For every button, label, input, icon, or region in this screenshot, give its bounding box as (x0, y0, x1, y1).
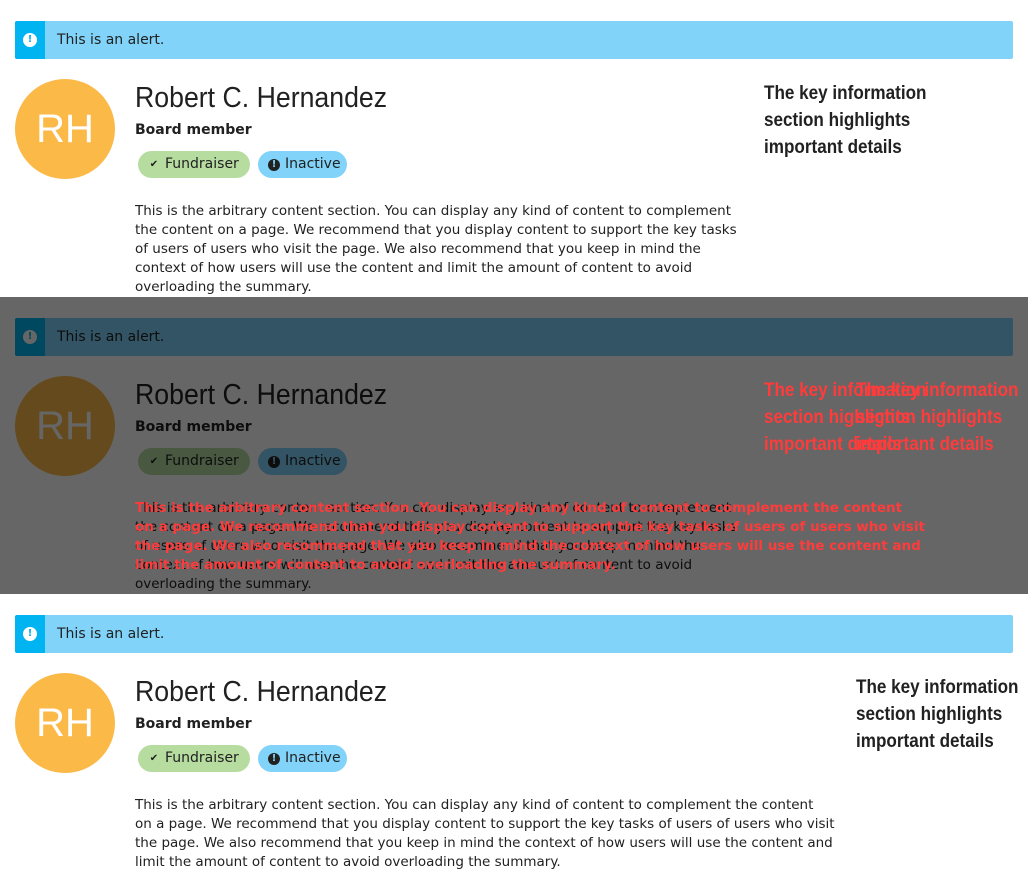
tag-fundraiser: ✔ Fundraiser (138, 745, 250, 772)
content-line: This is the arbitrary content section. Y… (135, 500, 903, 516)
key-info-line: section highlights (856, 407, 1003, 428)
exclamation-circle-icon: ! (268, 753, 280, 765)
content-line: This is the arbitrary content section. Y… (135, 203, 731, 219)
content-line: on a page. We recommend that you display… (135, 519, 925, 535)
tag-fundraiser: ✔ Fundraiser (138, 151, 250, 178)
person-role: Board member (135, 122, 252, 138)
content-section: This is the arbitrary content section. Y… (135, 796, 835, 872)
alert-icon-bar: ! (15, 21, 45, 59)
key-info-line: section highlights (856, 704, 1003, 725)
key-info-line: The key information (856, 677, 1019, 698)
record-summary-panel-transition: ! This is an alert. RH Robert C. Hernand… (0, 297, 1028, 594)
tag-label: Fundraiser (165, 156, 239, 172)
content-line: limit the amount of content to avoid ove… (135, 557, 616, 573)
content-line: limit the amount of content to avoid ove… (135, 854, 561, 870)
content-section: This is the arbitrary content section. Y… (135, 202, 737, 297)
alert-banner: ! This is an alert. (15, 21, 1013, 59)
content-line: on a page. We recommend that you display… (135, 816, 835, 832)
check-icon: ✔ (149, 159, 159, 170)
tag-inactive: ! Inactive (258, 745, 347, 772)
key-info-section: The key information section highlights i… (856, 674, 1018, 755)
content-line: context of how users will use the conten… (135, 260, 693, 276)
person-name: Robert C. Hernandez (135, 676, 388, 708)
tag-inactive: ! Inactive (258, 151, 347, 178)
person-name: Robert C. Hernandez (135, 82, 388, 114)
content-line: the page. We also recommend that you kee… (135, 835, 833, 851)
key-info-section: The key information section highlights i… (764, 80, 926, 161)
content-line: the page. We also recommend that you kee… (135, 538, 921, 554)
key-info-line: important details (764, 137, 902, 158)
exclamation-circle-icon: ! (268, 159, 280, 171)
person-role: Board member (135, 716, 252, 732)
key-info-line: The key information (764, 83, 927, 104)
content-line: of users of users who visit the page. We… (135, 241, 701, 257)
alert-text: This is an alert. (57, 32, 165, 48)
exclamation-circle-icon: ! (23, 627, 37, 641)
record-summary-panel-top: ! This is an alert. RH Robert C. Hernand… (0, 0, 1028, 297)
alert-text: This is an alert. (57, 626, 165, 642)
check-icon: ✔ (149, 753, 159, 764)
tag-label: Fundraiser (165, 750, 239, 766)
content-line: overloading the summary. (135, 279, 312, 295)
tag-label: Inactive (285, 156, 341, 172)
content-line: This is the arbitrary content section. Y… (135, 797, 814, 813)
key-info-line: important details (856, 434, 994, 455)
key-info-section-ghost: The key information section highlights i… (856, 377, 1018, 458)
key-info-line: The key information (856, 380, 1019, 401)
alert-icon-bar: ! (15, 615, 45, 653)
content-line: the content on a page. We recommend that… (135, 222, 737, 238)
exclamation-circle-icon: ! (23, 33, 37, 47)
alert-banner: ! This is an alert. (15, 615, 1013, 653)
tag-label: Inactive (285, 750, 341, 766)
record-summary-panel-bottom: ! This is an alert. RH Robert C. Hernand… (0, 594, 1028, 891)
key-info-line: important details (856, 731, 994, 752)
content-section-ghost: This is the arbitrary content section. Y… (135, 499, 925, 575)
avatar: RH (15, 79, 115, 179)
key-info-line: section highlights (764, 110, 911, 131)
avatar: RH (15, 673, 115, 773)
